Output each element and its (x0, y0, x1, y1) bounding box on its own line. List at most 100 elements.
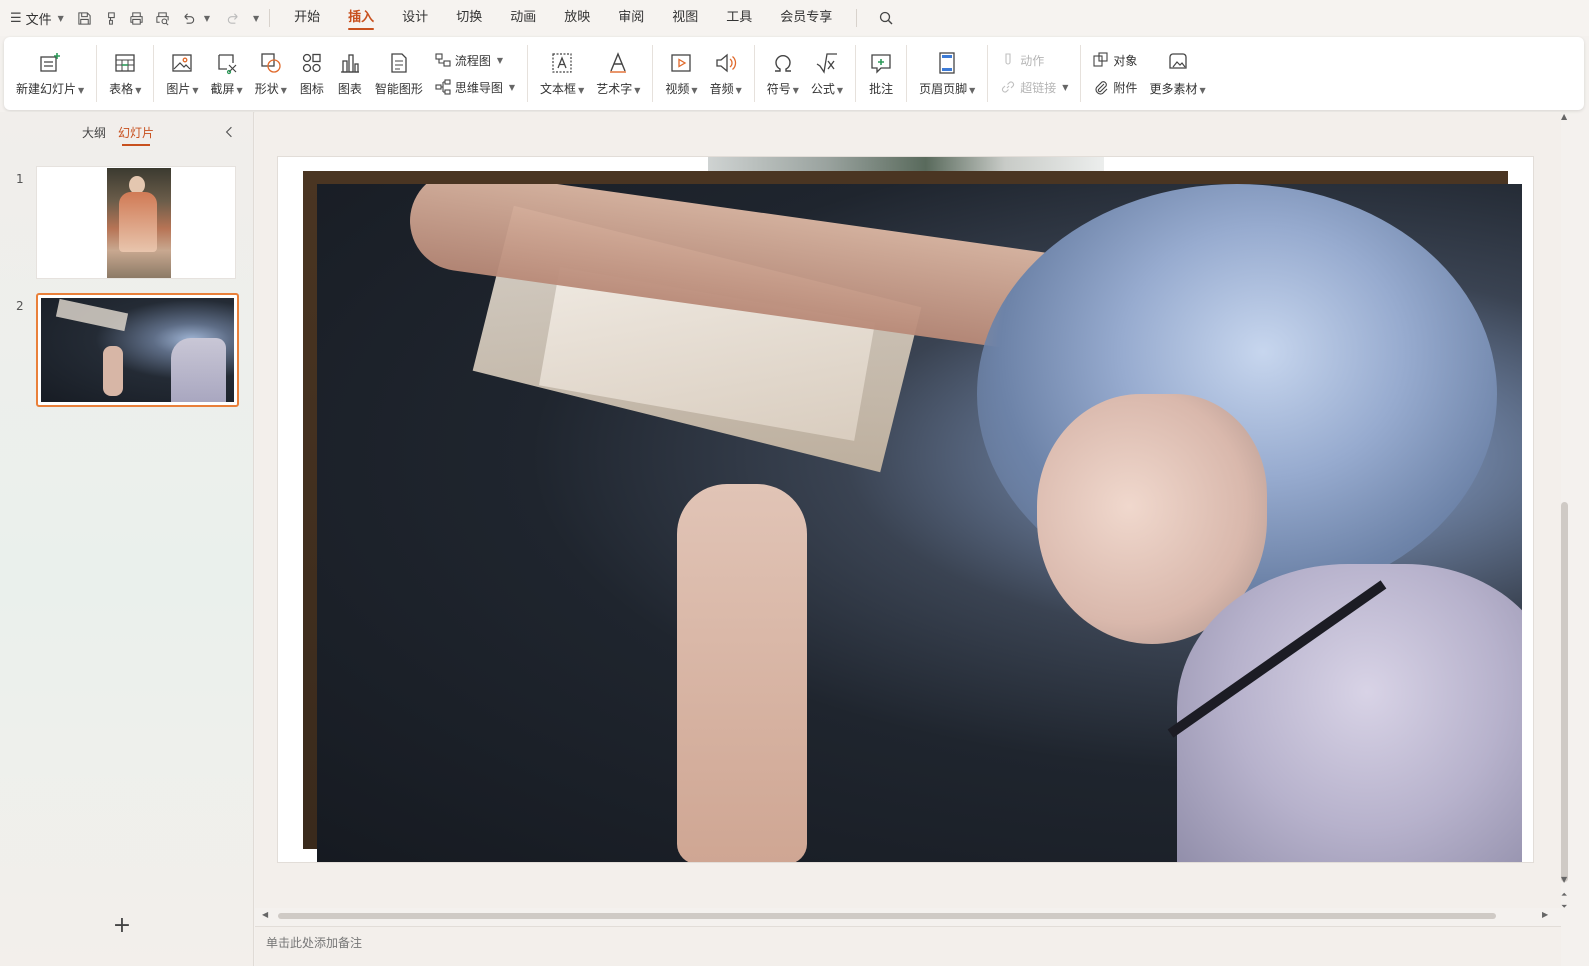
slide-thumbnail-2[interactable] (36, 293, 239, 407)
tab-design[interactable]: 设计 (388, 0, 442, 36)
video-label: 视频 (665, 82, 690, 96)
shape-icon (258, 50, 284, 76)
wordart-icon (605, 50, 631, 76)
symbol-button[interactable]: 符号 ▼ (761, 37, 805, 110)
collapse-panel-icon[interactable] (222, 124, 236, 140)
tab-view[interactable]: 视图 (658, 0, 712, 36)
assets-icon (1165, 50, 1191, 76)
notes-pane[interactable]: 单击此处添加备注 (255, 926, 1561, 966)
textbox-icon (549, 50, 575, 76)
main-photo[interactable] (317, 184, 1522, 862)
chart-icon (337, 50, 363, 76)
attachment-button[interactable]: 附件 (1093, 79, 1137, 96)
scroll-up-icon[interactable]: ▲ (1561, 112, 1567, 121)
file-menu[interactable]: ☰ 文件 ▼ (0, 0, 72, 36)
screenshot-button[interactable]: 截屏 ▼ (205, 37, 249, 110)
icon-library-label: 图标 (299, 82, 324, 96)
audio-button[interactable]: 音频 ▼ (704, 37, 748, 110)
tab-insert[interactable]: 插入 (334, 0, 388, 36)
picture-button[interactable]: 图片 ▼ (160, 37, 204, 110)
vertical-scroll-thumb[interactable] (1561, 502, 1568, 882)
horizontal-scroll-thumb[interactable] (278, 913, 1496, 919)
search-icon[interactable] (873, 5, 899, 31)
object-label: 对象 (1113, 53, 1138, 68)
comment-button[interactable]: 批注 (862, 37, 900, 110)
header-footer-button[interactable]: 页眉页脚 ▼ (913, 37, 981, 110)
tab-tools[interactable]: 工具 (712, 0, 766, 36)
undo-dropdown-icon[interactable]: ▼ (204, 14, 210, 23)
icon-library-button[interactable]: 图标 (293, 37, 331, 110)
save-icon[interactable] (73, 6, 97, 30)
mindmap-button[interactable]: 思维导图 ▼ (435, 79, 515, 96)
format-painter-icon[interactable] (99, 6, 123, 30)
hyperlink-label: 超链接 (1020, 80, 1057, 95)
screenshot-icon (214, 50, 240, 76)
comment-label: 批注 (869, 82, 894, 96)
vertical-scrollbar[interactable]: ▲ ▼ ⏶ ⏷ (1560, 112, 1569, 912)
diagram-group: 流程图 ▼ 思维导图 ▼ (429, 37, 521, 110)
tab-outline[interactable]: 大纲 (82, 124, 106, 141)
divider (855, 45, 857, 102)
menu-bar: ☰ 文件 ▼ ▼ ▼ 开始 插入 设计 切换 动画 放映 审阅 视图 工具 会员… (0, 0, 1589, 36)
new-slide-button[interactable]: 新建幻灯片 ▼ (10, 37, 90, 110)
header-footer-icon (934, 50, 960, 76)
tab-home[interactable]: 开始 (280, 0, 334, 36)
textbox-label: 文本框 (540, 82, 577, 96)
flowchart-label: 流程图 (454, 53, 491, 68)
next-slide-icon[interactable]: ⏷ (1561, 902, 1567, 912)
new-slide-label: 新建幻灯片 (16, 82, 77, 96)
thumbnail-photo (41, 298, 234, 402)
video-button[interactable]: 视频 ▼ (659, 37, 703, 110)
formula-icon (814, 50, 840, 76)
tab-slides[interactable]: 幻灯片 (118, 124, 154, 146)
more-assets-button[interactable]: 更多素材 ▼ (1143, 37, 1211, 110)
previous-slide-icon[interactable]: ⏶ (1561, 890, 1567, 900)
redo-icon[interactable] (222, 6, 246, 30)
tab-slideshow[interactable]: 放映 (550, 0, 604, 36)
undo-icon[interactable] (177, 6, 201, 30)
tab-animations[interactable]: 动画 (496, 0, 550, 36)
chart-button[interactable]: 图表 (331, 37, 369, 110)
print-icon[interactable] (125, 6, 149, 30)
audio-icon (713, 50, 739, 76)
divider (753, 45, 755, 102)
object-button[interactable]: 对象 (1093, 52, 1137, 69)
action-button[interactable]: 动作 (1000, 52, 1068, 69)
new-slide-icon (37, 50, 63, 76)
omega-icon (770, 50, 796, 76)
add-slide-button[interactable]: + (112, 913, 132, 938)
wordart-button[interactable]: 艺术字 ▼ (590, 37, 646, 110)
table-button[interactable]: 表格 ▼ (103, 37, 147, 110)
scroll-down-icon[interactable]: ▼ (1561, 875, 1567, 884)
slide-thumbnail-1[interactable] (36, 166, 236, 279)
formula-button[interactable]: 公式 ▼ (805, 37, 849, 110)
hamburger-icon: ☰ (10, 10, 22, 26)
tab-transitions[interactable]: 切换 (442, 0, 496, 36)
hyperlink-button[interactable]: 超链接 ▼ (1000, 79, 1068, 96)
more-assets-label: 更多素材 (1149, 82, 1198, 96)
scroll-left-icon[interactable]: ◀ (262, 910, 268, 919)
customize-toolbar-icon[interactable]: ▼ (253, 14, 259, 23)
smartart-button[interactable]: 智能图形 (369, 37, 429, 110)
header-footer-label: 页眉页脚 (919, 82, 968, 96)
divider (906, 45, 908, 102)
slide-canvas[interactable] (277, 156, 1534, 863)
scroll-right-icon[interactable]: ▶ (1542, 910, 1548, 919)
action-label: 动作 (1020, 53, 1045, 68)
screenshot-label: 截屏 (210, 82, 235, 96)
shape-button[interactable]: 形状 ▼ (249, 37, 293, 110)
chart-label: 图表 (337, 82, 362, 96)
notes-placeholder: 单击此处添加备注 (266, 936, 363, 950)
slide-number: 1 (16, 172, 24, 186)
slide-editor (255, 112, 1561, 908)
table-icon (112, 50, 138, 76)
horizontal-scrollbar[interactable]: ◀ ▶ (258, 907, 1558, 923)
smartart-label: 智能图形 (374, 82, 423, 96)
tab-review[interactable]: 审阅 (604, 0, 658, 36)
tab-member[interactable]: 会员专享 (766, 0, 846, 36)
print-preview-icon[interactable] (151, 6, 175, 30)
link-icon (1002, 81, 1015, 93)
audio-label: 音频 (709, 82, 734, 96)
textbox-button[interactable]: 文本框 ▼ (534, 37, 590, 110)
flowchart-button[interactable]: 流程图 ▼ (435, 52, 515, 69)
